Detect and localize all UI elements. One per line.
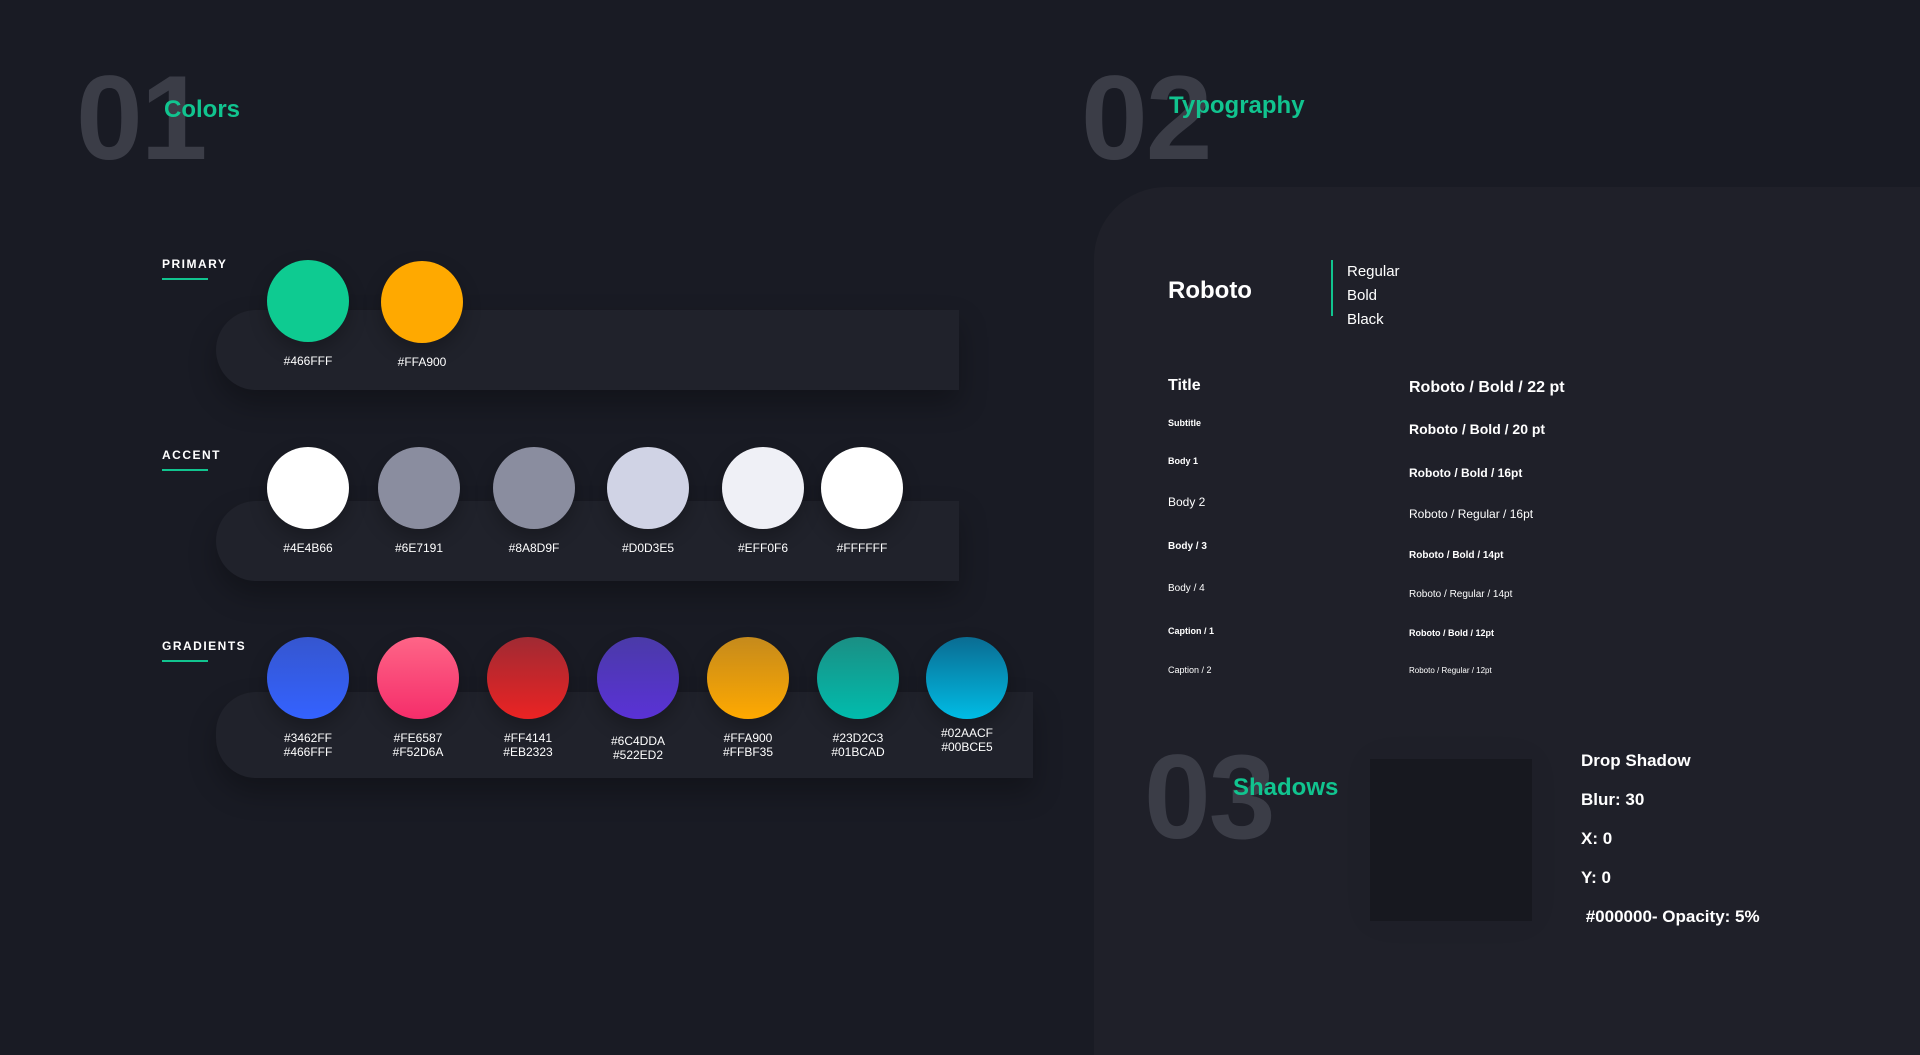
palette-label-gradients: GRADIENTS (162, 639, 246, 662)
swatch-gradient-6[interactable]: #23D2C3 #01BCAD (817, 637, 899, 759)
section-title-typography: Typography (1169, 92, 1305, 119)
shadow-title: Drop Shadow (1581, 751, 1691, 770)
swatch-gradient-1[interactable]: #3462FF #466FFF (267, 637, 349, 759)
palette-label-primary: PRIMARY (162, 257, 227, 280)
font-weight-bold: Bold (1347, 287, 1378, 304)
swatch-gradient-5[interactable]: #FFA900 #FFBF35 (707, 637, 789, 759)
shadow-color-opacity: #000000- Opacity: 5% (1581, 907, 1760, 926)
swatch-accent-4[interactable]: #D0D3E5 (607, 447, 689, 555)
color-circle (381, 261, 463, 343)
weights-divider (1331, 260, 1333, 316)
swatch-hex-2: #F52D6A (392, 745, 444, 759)
type-spec-caption-1: Roboto / Bold / 12pt (1409, 628, 1494, 638)
swatch-hex-1: #FE6587 (393, 731, 443, 745)
swatch-hex-1: #3462FF (283, 731, 333, 745)
color-circle (267, 260, 349, 342)
color-circle (607, 447, 689, 529)
color-circle (817, 637, 899, 719)
color-circle (926, 637, 1008, 719)
color-circle (722, 447, 804, 529)
type-label-body-4: Body / 4 (1168, 583, 1205, 594)
label-underline (162, 660, 208, 662)
swatch-hex-1: #6C4DDA (610, 734, 666, 748)
swatch-hex-2: #00BCE5 (941, 740, 993, 754)
type-spec-body-4: Roboto / Regular / 14pt (1409, 589, 1513, 600)
font-weight-black: Black (1347, 311, 1384, 328)
swatch-hex-1: #02AACF (940, 726, 994, 740)
swatch-hex: #FFA900 (397, 355, 447, 369)
type-spec-subtitle: Roboto / Bold / 20 pt (1409, 421, 1546, 437)
type-label-body-2: Body 2 (1168, 495, 1206, 509)
swatch-accent-3[interactable]: #8A8D9F (493, 447, 575, 555)
color-circle (378, 447, 460, 529)
type-label-title: Title (1168, 377, 1201, 394)
swatch-hex-1: #FFA900 (723, 731, 773, 745)
type-spec-body-1: Roboto / Bold / 16pt (1409, 466, 1523, 480)
color-circle (487, 637, 569, 719)
font-weight-regular: Regular (1347, 263, 1400, 280)
shadow-preview-box (1370, 759, 1532, 921)
swatch-accent-6[interactable]: #FFFFFF (821, 447, 903, 555)
swatch-accent-1[interactable]: #4E4B66 (267, 447, 349, 555)
swatch-primary-1[interactable]: #466FFF (267, 260, 349, 368)
typography-panel (1094, 187, 1920, 1055)
label-underline (162, 278, 208, 280)
type-label-body-3: Body / 3 (1168, 541, 1207, 552)
type-label-subtitle: Subtitle (1168, 418, 1201, 428)
swatch-accent-5[interactable]: #EFF0F6 (722, 447, 804, 555)
swatch-hex-2: #FFBF35 (722, 745, 773, 759)
type-spec-caption-2: Roboto / Regular / 12pt (1409, 666, 1492, 675)
swatch-hex-2: #EB2323 (503, 745, 553, 759)
color-circle (377, 637, 459, 719)
swatch-accent-2[interactable]: #6E7191 (378, 447, 460, 555)
section-title-colors: Colors (164, 96, 241, 123)
type-spec-title: Roboto / Bold / 22 pt (1409, 379, 1565, 396)
color-circle (267, 447, 349, 529)
swatch-gradient-2[interactable]: #FE6587 #F52D6A (377, 637, 459, 759)
swatch-hex: #6E7191 (394, 541, 444, 555)
swatch-hex: #8A8D9F (508, 541, 560, 555)
color-circle (597, 637, 679, 719)
swatch-gradient-3[interactable]: #FF4141 #EB2323 (487, 637, 569, 759)
swatch-hex: #FFFFFF (836, 541, 888, 555)
shadow-blur: Blur: 30 (1581, 790, 1645, 809)
swatch-hex-1: #FF4141 (503, 731, 553, 745)
type-label-caption-1: Caption / 1 (1168, 626, 1215, 636)
font-family-name: Roboto (1168, 277, 1252, 304)
color-circle (493, 447, 575, 529)
label-underline (162, 469, 208, 471)
shadow-x: X: 0 (1581, 829, 1613, 848)
type-label-body-1: Body 1 (1168, 456, 1199, 466)
shadow-y: Y: 0 (1581, 868, 1611, 887)
swatch-hex-2: #522ED2 (612, 748, 664, 762)
swatch-hex-1: #23D2C3 (832, 731, 884, 745)
type-spec-body-3: Roboto / Bold / 14pt (1409, 550, 1504, 561)
style-guide-page: 01 Colors PRIMARY #466FFF #FFA900 ACCENT… (0, 0, 1920, 1055)
color-circle (267, 637, 349, 719)
type-label-caption-2: Caption / 2 (1168, 665, 1212, 675)
swatch-hex-2: #466FFF (283, 745, 333, 759)
type-spec-body-2: Roboto / Regular / 16pt (1409, 507, 1534, 521)
swatch-gradient-7[interactable]: #02AACF #00BCE5 (926, 637, 1008, 754)
swatch-hex: #D0D3E5 (621, 541, 675, 555)
swatch-hex-2: #01BCAD (831, 745, 885, 759)
section-title-shadows: Shadows (1233, 774, 1339, 801)
color-circle (707, 637, 789, 719)
swatch-hex: #466FFF (283, 354, 333, 368)
color-circle (821, 447, 903, 529)
swatch-hex: #4E4B66 (283, 541, 333, 555)
swatch-gradient-4[interactable]: #6C4DDA #522ED2 (597, 637, 679, 762)
palette-label-accent: ACCENT (162, 448, 221, 471)
swatch-primary-2[interactable]: #FFA900 (381, 261, 463, 369)
